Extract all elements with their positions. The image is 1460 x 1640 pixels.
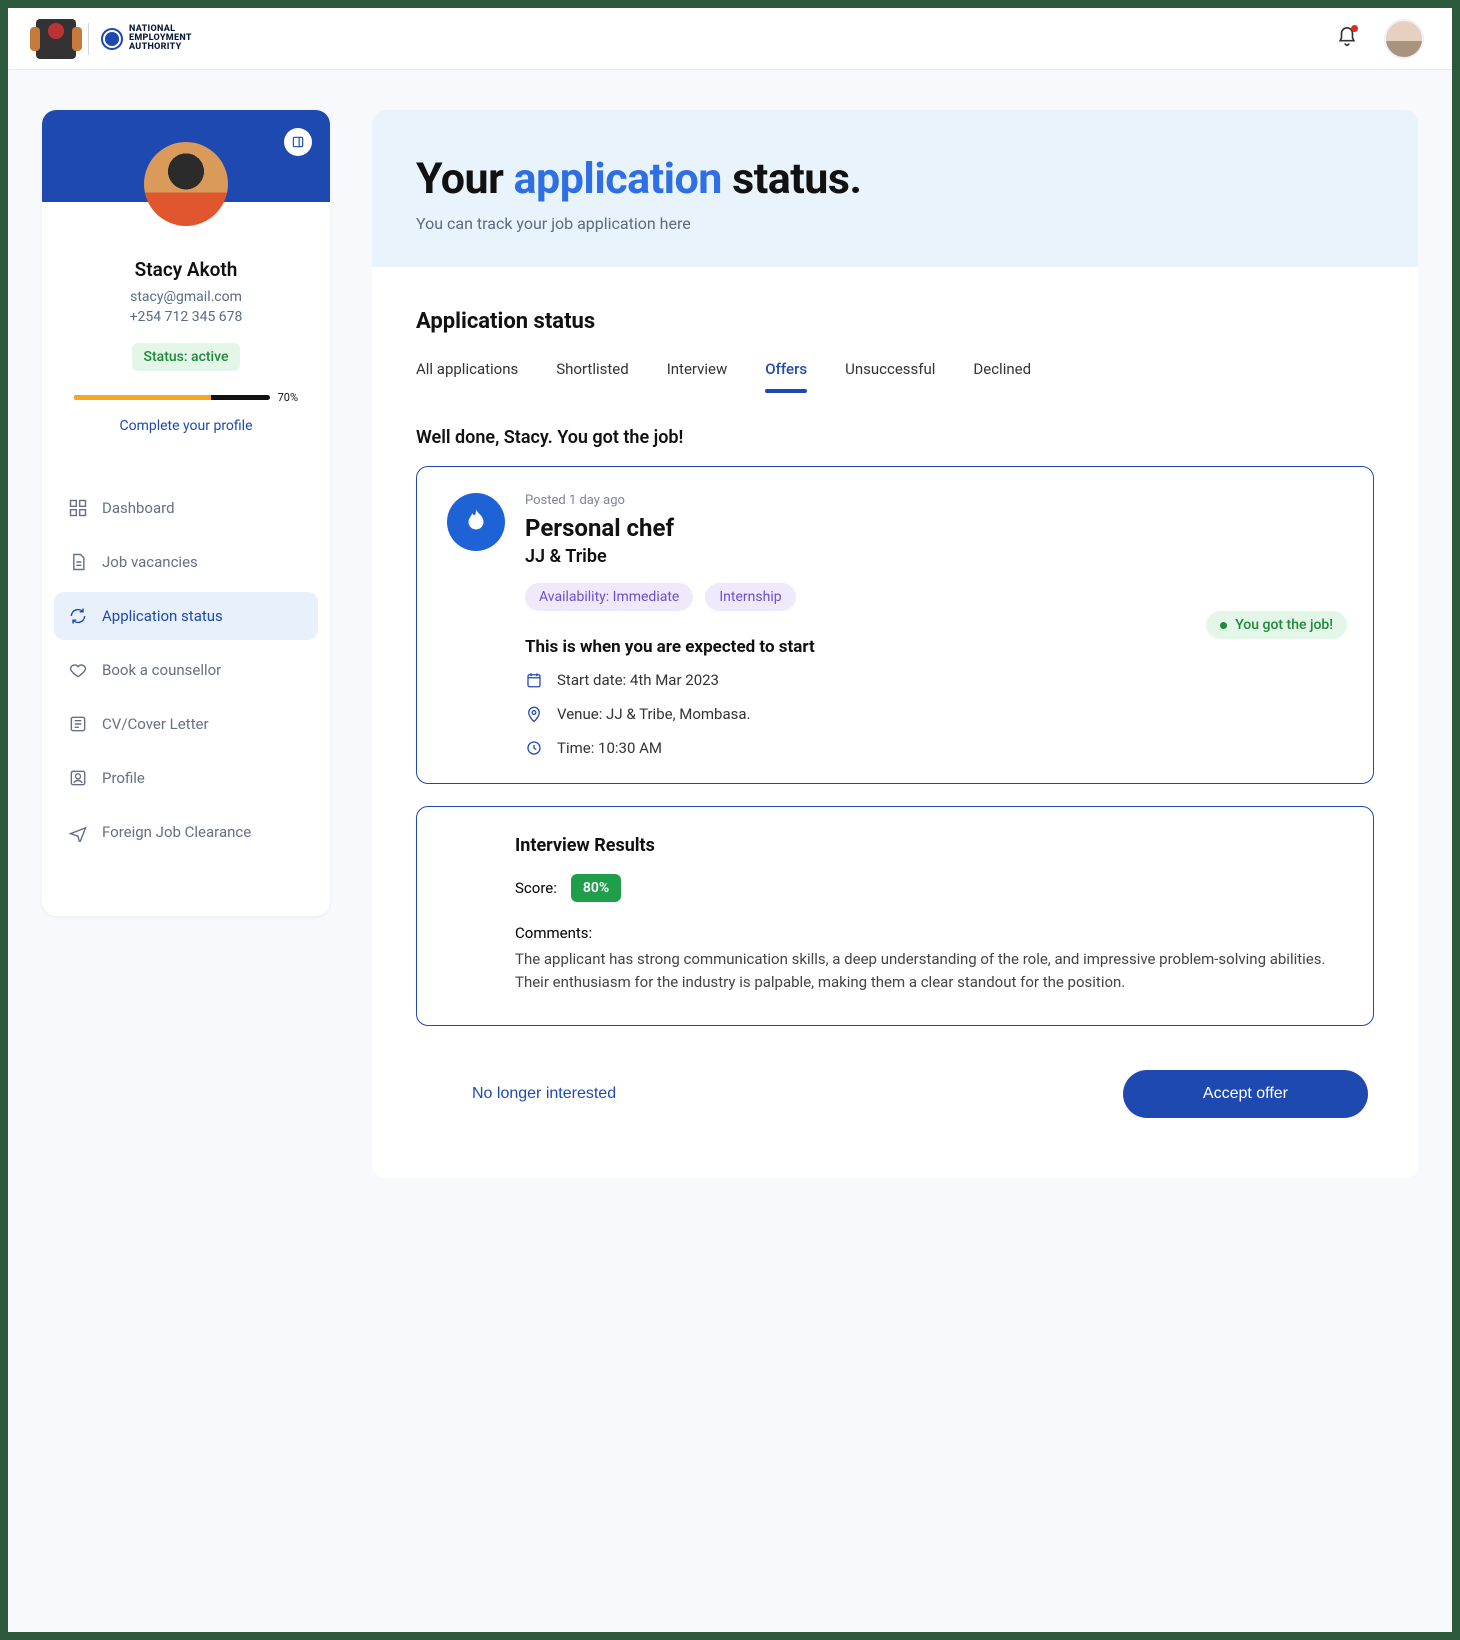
score-badge: 80% bbox=[571, 874, 621, 902]
interview-results-card: Interview Results Score: 80% Comments: T… bbox=[416, 806, 1374, 1026]
coat-of-arms-icon bbox=[36, 19, 76, 59]
nav-label: Profile bbox=[102, 769, 145, 787]
tab-all-applications[interactable]: All applications bbox=[416, 360, 518, 392]
tab-unsuccessful[interactable]: Unsuccessful bbox=[845, 360, 935, 392]
time-text: Time: 10:30 AM bbox=[557, 739, 662, 757]
got-job-label: You got the job! bbox=[1235, 617, 1333, 633]
venue-text: Venue: JJ & Tribe, Mombasa. bbox=[557, 705, 751, 723]
location-icon bbox=[525, 705, 543, 723]
newspaper-icon bbox=[68, 714, 88, 734]
complete-profile-link[interactable]: Complete your profile bbox=[64, 418, 308, 434]
sidebar-hero bbox=[42, 110, 330, 202]
nav-dashboard[interactable]: Dashboard bbox=[54, 484, 318, 532]
nav-label: CV/Cover Letter bbox=[102, 715, 209, 733]
job-type-chip: Internship bbox=[705, 583, 795, 611]
nav-label: Job vacancies bbox=[102, 553, 198, 571]
tab-shortlisted[interactable]: Shortlisted bbox=[556, 360, 628, 392]
sidebar-nav: Dashboard Job vacancies Application stat… bbox=[42, 484, 330, 856]
availability-chip: Availability: Immediate bbox=[525, 583, 693, 611]
collapse-icon bbox=[291, 135, 305, 149]
profile-name: Stacy Akoth bbox=[64, 258, 308, 281]
no-longer-interested-button[interactable]: No longer interested bbox=[472, 1085, 616, 1103]
venue-row: Venue: JJ & Tribe, Mombasa. bbox=[525, 705, 1343, 723]
accept-offer-button[interactable]: Accept offer bbox=[1123, 1070, 1368, 1118]
company-name: JJ & Tribe bbox=[525, 546, 796, 567]
comments-label: Comments: bbox=[515, 924, 1343, 942]
collapse-sidebar-button[interactable] bbox=[284, 128, 312, 156]
grid-icon bbox=[68, 498, 88, 518]
nea-logo: NATIONAL EMPLOYMENT AUTHORITY bbox=[101, 25, 192, 52]
refresh-icon bbox=[68, 606, 88, 626]
notification-dot-icon bbox=[1351, 25, 1358, 32]
plane-icon bbox=[68, 822, 88, 842]
tab-interview[interactable]: Interview bbox=[667, 360, 728, 392]
clock-icon bbox=[525, 739, 543, 757]
main-content: Your application status. You can track y… bbox=[372, 110, 1418, 1178]
start-date-row: Start date: 4th Mar 2023 bbox=[525, 671, 1343, 689]
nav-label: Foreign Job Clearance bbox=[102, 823, 251, 841]
nav-application-status[interactable]: Application status bbox=[54, 592, 318, 640]
hero-banner: Your application status. You can track y… bbox=[372, 110, 1418, 267]
nav-cv-cover-letter[interactable]: CV/Cover Letter bbox=[54, 700, 318, 748]
nav-label: Dashboard bbox=[102, 499, 175, 517]
profile-phone: +254 712 345 678 bbox=[64, 309, 308, 325]
progress-fill bbox=[74, 395, 211, 400]
profile-avatar bbox=[144, 142, 228, 226]
nea-text: NATIONAL EMPLOYMENT AUTHORITY bbox=[129, 25, 192, 52]
nav-profile[interactable]: Profile bbox=[54, 754, 318, 802]
nav-label: Book a counsellor bbox=[102, 661, 221, 679]
nav-label: Application status bbox=[102, 607, 223, 625]
divider bbox=[88, 23, 89, 55]
user-icon bbox=[68, 768, 88, 788]
results-heading: Interview Results bbox=[515, 835, 1343, 856]
got-job-badge: You got the job! bbox=[1206, 611, 1347, 639]
tab-declined[interactable]: Declined bbox=[973, 360, 1031, 392]
app-header: NATIONAL EMPLOYMENT AUTHORITY bbox=[8, 8, 1452, 70]
tab-offers[interactable]: Offers bbox=[765, 360, 807, 392]
logo-group: NATIONAL EMPLOYMENT AUTHORITY bbox=[36, 19, 192, 59]
status-badge: Status: active bbox=[132, 343, 241, 371]
progress-percent: 70% bbox=[278, 391, 298, 404]
title-post: status. bbox=[722, 154, 862, 204]
nea-badge-icon bbox=[101, 28, 123, 50]
page-title: Your application status. bbox=[416, 154, 1374, 204]
posted-label: Posted 1 day ago bbox=[525, 493, 796, 508]
page-subtitle: You can track your job application here bbox=[416, 214, 1374, 233]
start-info-heading: This is when you are expected to start bbox=[525, 637, 1343, 657]
calendar-icon bbox=[525, 671, 543, 689]
start-date-text: Start date: 4th Mar 2023 bbox=[557, 671, 719, 689]
profile-progress: 70% bbox=[64, 391, 308, 404]
time-row: Time: 10:30 AM bbox=[525, 739, 1343, 757]
offer-card: Posted 1 day ago Personal chef JJ & Trib… bbox=[416, 466, 1374, 784]
status-panel: Application status All applications Shor… bbox=[372, 267, 1418, 1178]
user-avatar[interactable] bbox=[1384, 19, 1424, 59]
flame-icon bbox=[461, 507, 491, 537]
notifications-button[interactable] bbox=[1336, 26, 1358, 52]
title-highlight: application bbox=[514, 154, 722, 204]
sidebar: Stacy Akoth stacy@gmail.com +254 712 345… bbox=[42, 110, 330, 916]
status-tabs: All applications Shortlisted Interview O… bbox=[416, 360, 1374, 393]
nav-foreign-job-clearance[interactable]: Foreign Job Clearance bbox=[54, 808, 318, 856]
document-icon bbox=[68, 552, 88, 572]
profile-email: stacy@gmail.com bbox=[64, 289, 308, 305]
congrats-message: Well done, Stacy. You got the job! bbox=[416, 427, 1374, 448]
section-heading: Application status bbox=[416, 309, 1374, 334]
job-title: Personal chef bbox=[525, 514, 796, 542]
heart-icon bbox=[68, 660, 88, 680]
org-line: AUTHORITY bbox=[129, 43, 192, 52]
nav-job-vacancies[interactable]: Job vacancies bbox=[54, 538, 318, 586]
nav-book-counsellor[interactable]: Book a counsellor bbox=[54, 646, 318, 694]
offer-actions: No longer interested Accept offer bbox=[416, 1070, 1374, 1118]
company-logo bbox=[447, 493, 505, 551]
score-label: Score: bbox=[515, 879, 557, 897]
title-pre: Your bbox=[416, 154, 514, 204]
comments-text: The applicant has strong communication s… bbox=[515, 948, 1343, 995]
